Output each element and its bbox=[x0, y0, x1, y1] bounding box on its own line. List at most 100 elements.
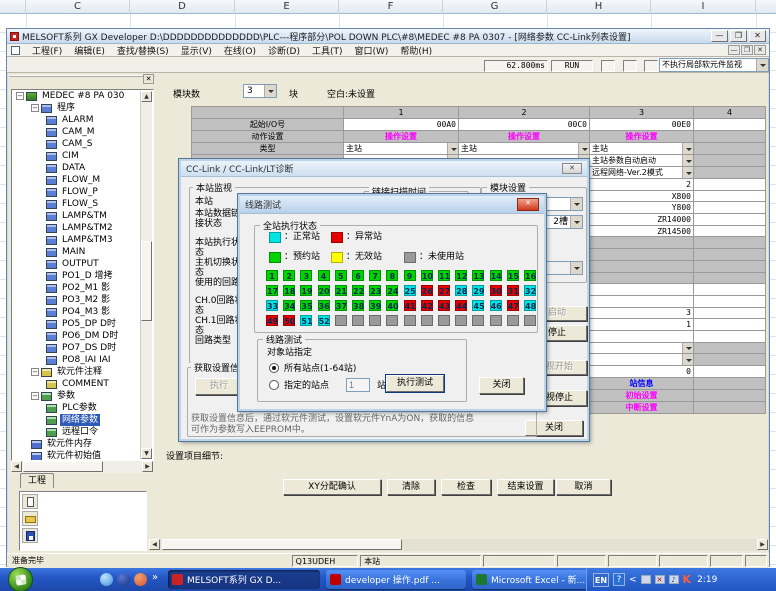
chevron-down-icon[interactable] bbox=[756, 59, 768, 71]
media-player-icon[interactable] bbox=[134, 573, 147, 586]
tree-item-软元件内存[interactable]: 软元件内存 bbox=[12, 438, 153, 450]
close-button[interactable]: ✕ bbox=[749, 30, 766, 42]
task-button-1[interactable]: MELSOFT系列 GX D... bbox=[168, 570, 320, 589]
module-count-dropdown[interactable]: 3 bbox=[243, 84, 277, 98]
dialog-titlebar[interactable]: CC-Link / CC-Link/LT诊断 ✕ bbox=[181, 161, 587, 177]
excel-header-E[interactable]: E bbox=[235, 0, 339, 14]
panel-grip[interactable] bbox=[9, 75, 155, 85]
param-cell-r21c3[interactable] bbox=[590, 354, 694, 366]
tree-item-PO6_DM D时[interactable]: PO6_DM D时 bbox=[12, 330, 153, 342]
param-cell-r1c3[interactable]: 00E0 bbox=[590, 119, 694, 131]
param-cell-r8c4[interactable] bbox=[694, 202, 766, 214]
chevron-down-icon[interactable] bbox=[578, 143, 589, 154]
tree-item-LAMP&TM3[interactable]: LAMP&TM3 bbox=[12, 234, 153, 246]
param-cell-r19c4[interactable] bbox=[694, 330, 766, 342]
restore-button[interactable]: ❐ bbox=[730, 30, 747, 42]
chevron-down-icon[interactable] bbox=[447, 143, 458, 154]
tree-item-软元件初始值[interactable]: 软元件初始值 bbox=[12, 450, 153, 461]
scroll-right-icon[interactable]: ▶ bbox=[757, 539, 768, 550]
param-cell-r10c3[interactable]: ZR14500 bbox=[590, 225, 694, 237]
tree-vertical-scrollbar[interactable]: ▲ ▼ bbox=[140, 91, 152, 459]
param-cell-r5c3[interactable]: 远程网络-Ver.2模式 bbox=[590, 167, 694, 179]
tree-item-MEDEC #8 PA 030[interactable]: −MEDEC #8 PA 030 bbox=[12, 90, 153, 102]
menu-窗口W[interactable]: 窗口(W) bbox=[348, 44, 394, 57]
param-cell-r2c2[interactable]: 操作设置 bbox=[459, 131, 590, 143]
param-cell-r1c2[interactable]: 00C0 bbox=[459, 119, 590, 131]
tree-item-PLC参数[interactable]: PLC参数 bbox=[12, 402, 153, 414]
network-offline-icon[interactable]: ✕ bbox=[655, 575, 665, 584]
project-tab[interactable]: 工程 bbox=[20, 473, 54, 488]
tree-item-远程口令[interactable]: 远程口令 bbox=[12, 426, 153, 438]
param-cell-r17c3[interactable]: 3 bbox=[590, 307, 694, 319]
menu-工程F[interactable]: 工程(F) bbox=[26, 44, 68, 57]
param-cell-r3c2[interactable]: 主站 bbox=[459, 143, 590, 155]
tree-item-CAM_M[interactable]: CAM_M bbox=[12, 126, 153, 138]
param-cell-r19c3[interactable] bbox=[590, 330, 694, 342]
tree-item-参数[interactable]: −参数 bbox=[12, 390, 153, 402]
scrollbar-thumb[interactable] bbox=[23, 461, 103, 472]
tree-item-PO2_M1 影[interactable]: PO2_M1 影 bbox=[12, 282, 153, 294]
tree-item-PO7_DS D时[interactable]: PO7_DS D时 bbox=[12, 342, 153, 354]
dialog-titlebar[interactable]: 线路测试 ✕ bbox=[240, 196, 544, 214]
param-cell-r8c3[interactable]: Y800 bbox=[590, 202, 694, 214]
footer-button-清除[interactable]: 清除 bbox=[387, 479, 435, 495]
start-button[interactable] bbox=[8, 567, 33, 591]
monitor-mode-dropdown[interactable]: 不执行局部软元件监视 bbox=[659, 58, 769, 72]
excel-header-F[interactable]: F bbox=[339, 0, 443, 14]
tree-item-PO3_M2 影[interactable]: PO3_M2 影 bbox=[12, 294, 153, 306]
param-cell-r24c3[interactable]: 初始设置 bbox=[590, 389, 694, 401]
specified-station-radio[interactable] bbox=[269, 380, 279, 390]
chevron-down-icon[interactable] bbox=[682, 155, 693, 166]
footer-button-取消[interactable]: 取消 bbox=[556, 479, 611, 495]
tree-expand-icon[interactable]: − bbox=[31, 392, 39, 400]
chevron-down-icon[interactable] bbox=[570, 216, 582, 228]
tree-expand-icon[interactable]: − bbox=[31, 104, 39, 112]
param-cell-r20c3[interactable] bbox=[590, 342, 694, 354]
menu-在线O[interactable]: 在线(O) bbox=[218, 44, 262, 57]
scrollbar-thumb[interactable] bbox=[141, 241, 152, 321]
param-cell-r2c1[interactable]: 操作设置 bbox=[344, 131, 459, 143]
excel-header-C[interactable]: C bbox=[26, 0, 130, 14]
param-cell-r9c3[interactable]: ZR14000 bbox=[590, 214, 694, 226]
footer-button-检查[interactable]: 检查 bbox=[441, 479, 491, 495]
dialog-close-button[interactable]: 关闭 bbox=[479, 377, 524, 394]
param-cell-r1c4[interactable] bbox=[694, 119, 766, 131]
main-horizontal-scrollbar[interactable]: ◀ ▶ bbox=[149, 539, 769, 551]
param-cell-r10c4[interactable] bbox=[694, 225, 766, 237]
tree-horizontal-scrollbar[interactable]: ◀ ▶ bbox=[11, 461, 154, 473]
scroll-left-icon[interactable]: ◀ bbox=[149, 539, 160, 550]
menu-诊断D[interactable]: 诊断(D) bbox=[262, 44, 306, 57]
desktop-icon[interactable] bbox=[117, 573, 130, 586]
tray-collapse-icon[interactable]: < bbox=[629, 575, 637, 585]
param-cell-r7c4[interactable] bbox=[694, 190, 766, 202]
param-cell-r22c3[interactable]: 0 bbox=[590, 366, 694, 378]
tree-expand-icon[interactable]: − bbox=[31, 368, 39, 376]
param-cell-r16c3[interactable] bbox=[590, 295, 694, 307]
tree-item-网络参数[interactable]: 网络参数 bbox=[12, 414, 153, 426]
param-cell-r25c3[interactable]: 中断设置 bbox=[590, 401, 694, 413]
tree-item-LAMP&TM[interactable]: LAMP&TM bbox=[12, 210, 153, 222]
footer-button-结束设置[interactable]: 结束设置 bbox=[497, 479, 554, 495]
child-minimize-button[interactable]: — bbox=[728, 45, 740, 55]
tree-item-PO1_D 增拷[interactable]: PO1_D 增拷 bbox=[12, 270, 153, 282]
excel-header-D[interactable]: D bbox=[130, 0, 235, 14]
execute-test-button[interactable]: 执行测试 bbox=[386, 375, 444, 392]
tree-expand-icon[interactable]: − bbox=[16, 92, 24, 100]
param-cell-r4c3[interactable]: 主站参数自动启动 bbox=[590, 155, 694, 167]
tree-item-DATA[interactable]: DATA bbox=[12, 162, 153, 174]
tree-item-CIM[interactable]: CIM bbox=[12, 150, 153, 162]
excel-header-I[interactable]: I bbox=[651, 0, 756, 14]
excel-header-H[interactable]: H bbox=[547, 0, 651, 14]
display-tray-icon[interactable] bbox=[641, 575, 651, 584]
chevron-down-icon[interactable] bbox=[682, 167, 693, 178]
tree-item-OUTPUT[interactable]: OUTPUT bbox=[12, 258, 153, 270]
param-cell-r15c4[interactable] bbox=[694, 284, 766, 296]
param-cell-r15c3[interactable] bbox=[590, 284, 694, 296]
tree-item-PO8_IAI IAI[interactable]: PO8_IAI IAI bbox=[12, 354, 153, 366]
new-file-button[interactable] bbox=[22, 494, 38, 509]
footer-button-XY分配确认[interactable]: XY分配确认 bbox=[283, 479, 381, 495]
param-cell-r6c4[interactable] bbox=[694, 179, 766, 191]
scroll-up-icon[interactable]: ▲ bbox=[141, 91, 152, 102]
param-cell-r7c3[interactable]: X800 bbox=[590, 190, 694, 202]
browser-icon[interactable] bbox=[100, 573, 113, 586]
